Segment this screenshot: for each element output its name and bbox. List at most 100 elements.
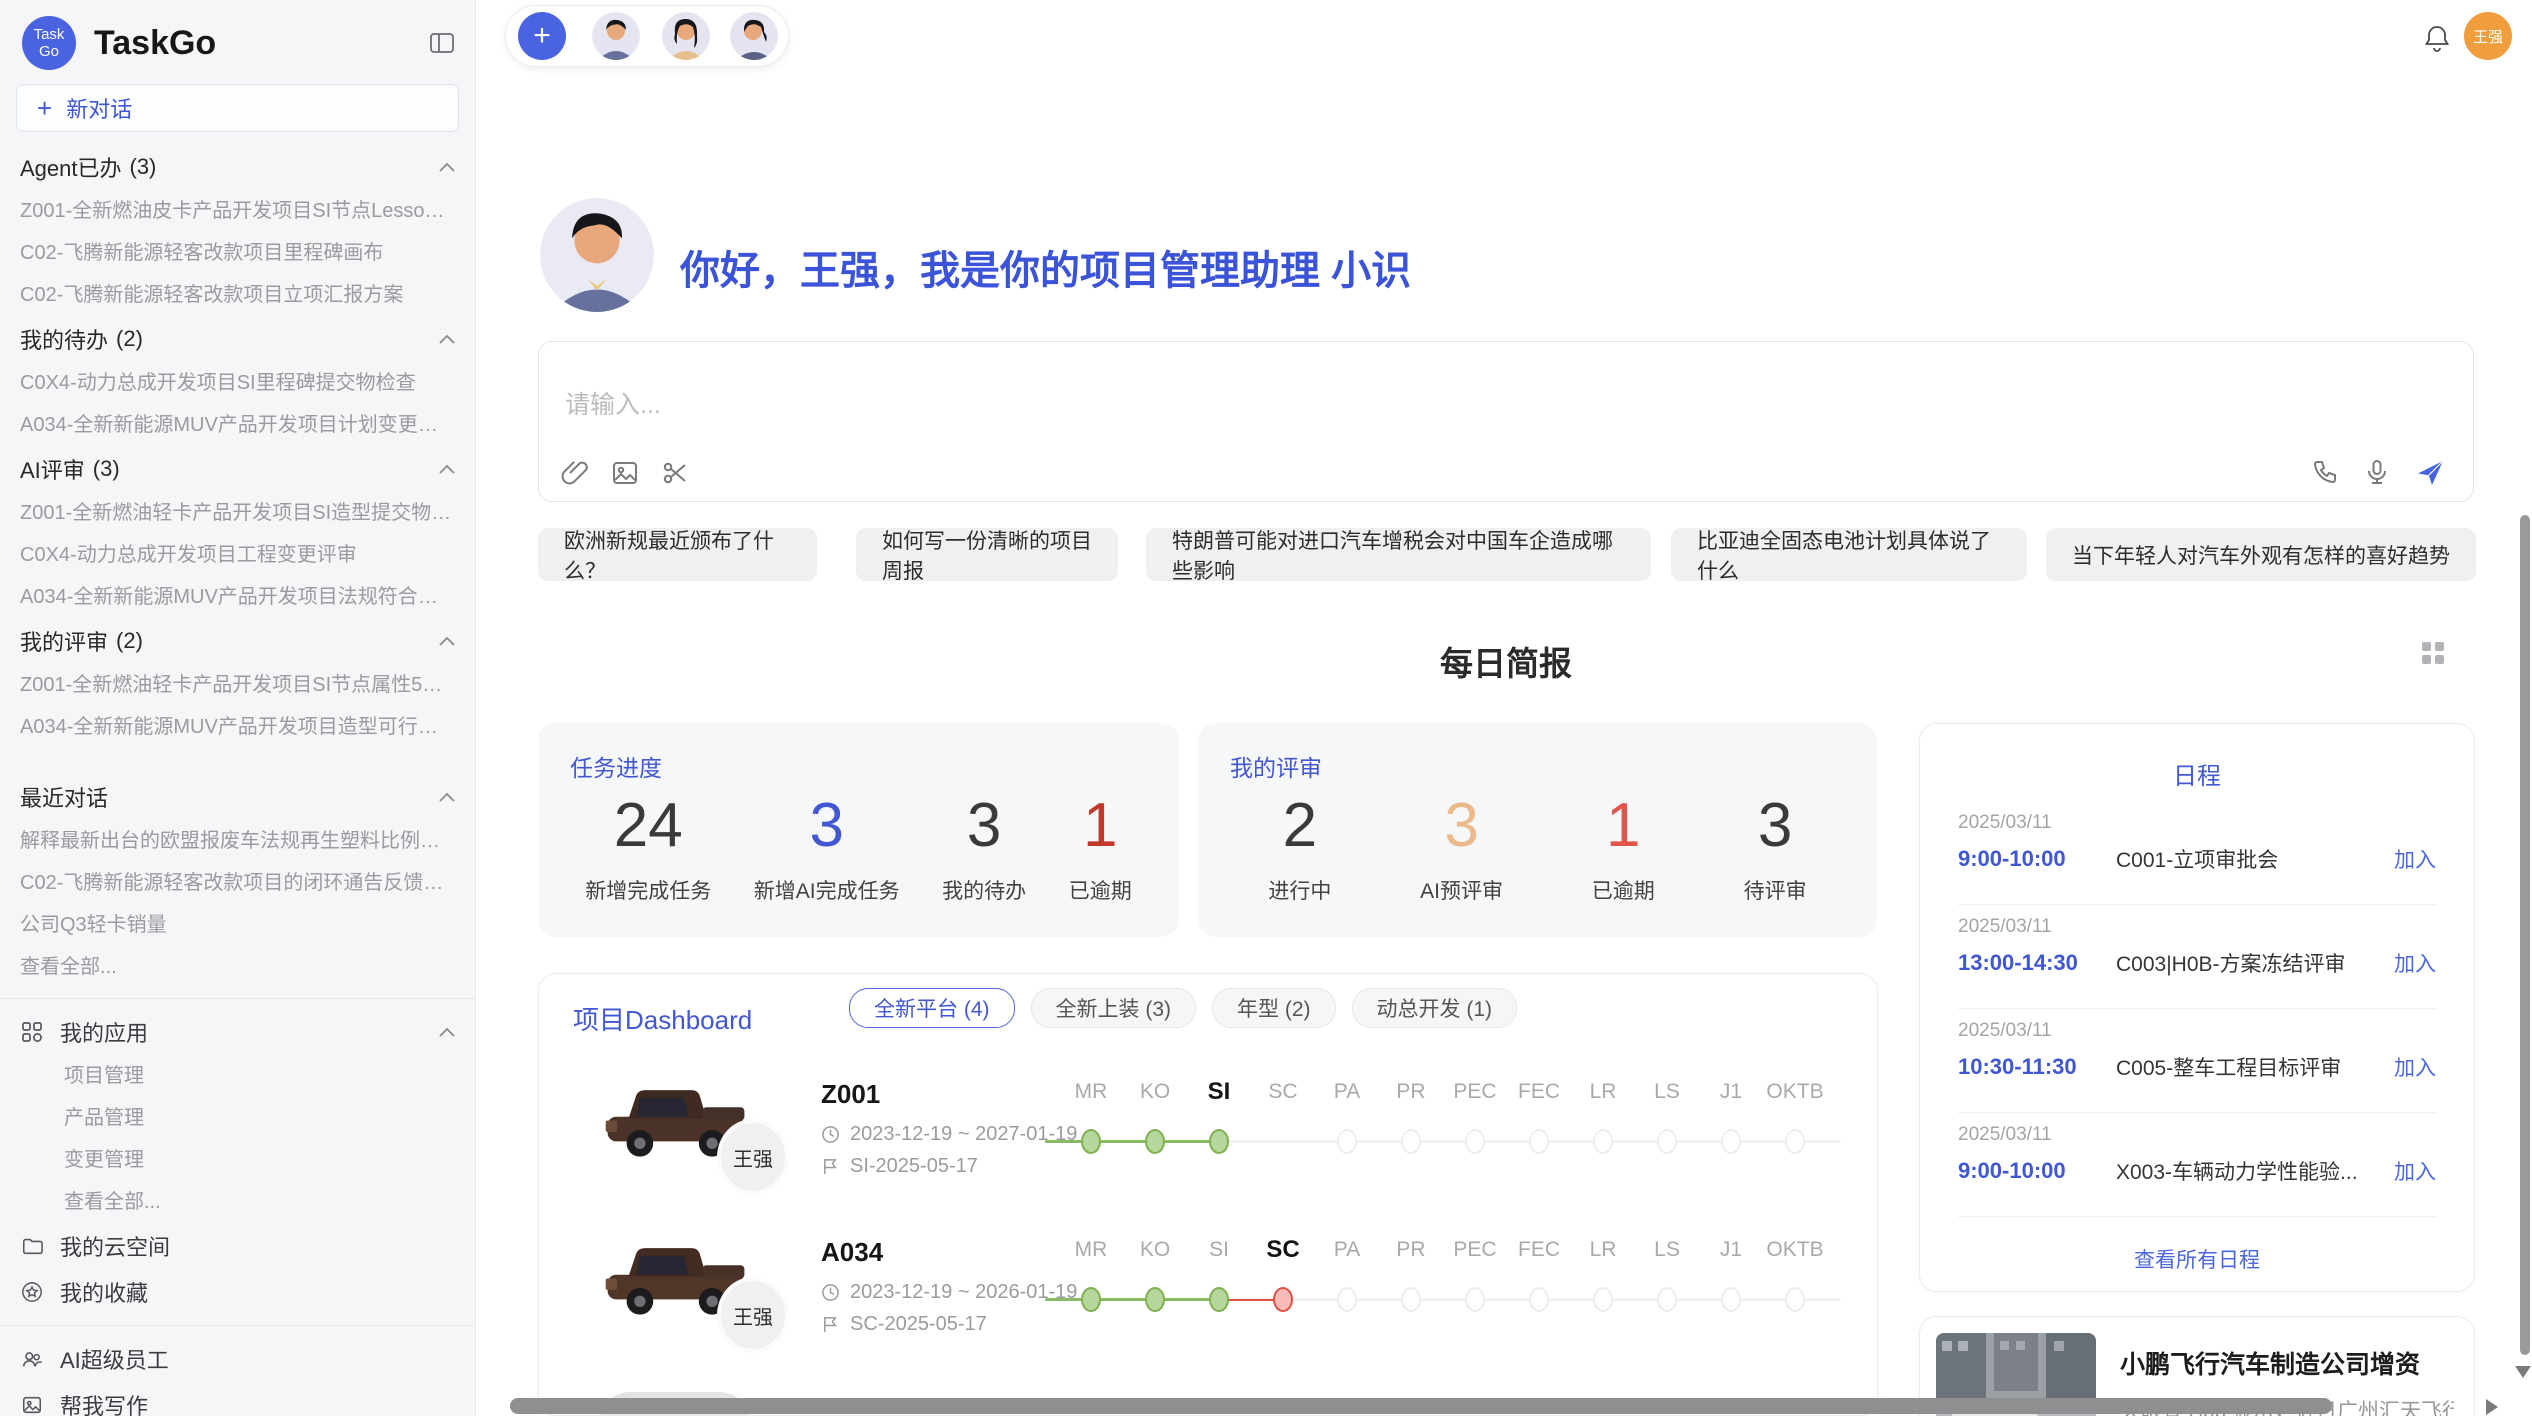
dashboard-tabs: 全新平台 (4) 全新上装 (3) 年型 (2) 动总开发 (1) xyxy=(849,988,1517,1028)
notification-bell-icon[interactable] xyxy=(2423,24,2451,54)
list-item[interactable]: 公司Q3轻卡销量 xyxy=(0,904,475,946)
section-ai-review[interactable]: AI评审 (3) xyxy=(0,446,475,492)
avatar[interactable] xyxy=(662,12,710,60)
list-item[interactable]: C02-飞腾新能源轻客改款项目里程碑画布 xyxy=(0,232,475,274)
milestone-dot xyxy=(1529,1129,1549,1154)
folder-icon xyxy=(20,1235,44,1257)
list-item[interactable]: C02-飞腾新能源轻客改款项目立项汇报方案 xyxy=(0,274,475,316)
suggestion-chip[interactable]: 特朗普可能对进口汽车增税会对中国车企造成哪些影响 xyxy=(1146,528,1651,581)
add-session-button[interactable]: + xyxy=(518,12,566,60)
milestone-dot xyxy=(1721,1287,1741,1312)
chevron-up-icon[interactable] xyxy=(439,334,455,344)
stat: 3 AI预评审 xyxy=(1420,795,1503,905)
list-item[interactable]: C0X4-动力总成开发项目SI里程碑提交物检查 xyxy=(0,362,475,404)
stat-value: 24 xyxy=(614,795,683,857)
section-my-todo[interactable]: 我的待办 (2) xyxy=(0,316,475,362)
tab-new-body[interactable]: 全新上装 (3) xyxy=(1031,988,1197,1028)
divider xyxy=(1958,1112,2436,1113)
view-all-schedule-link[interactable]: 查看所有日程 xyxy=(1920,1244,2474,1274)
chevron-up-icon[interactable] xyxy=(439,464,455,474)
tab-powertrain[interactable]: 动总开发 (1) xyxy=(1352,988,1518,1028)
list-item[interactable]: A034-全新新能源MUV产品开发项目造型可行性评审 xyxy=(0,706,475,748)
milestone-label: J1 xyxy=(1699,1238,1763,1262)
stat-value: 3 xyxy=(809,795,843,857)
stat-value: 1 xyxy=(1083,795,1117,857)
attachment-icon[interactable] xyxy=(561,459,589,487)
suggestion-chip[interactable]: 当下年轻人对汽车外观有怎样的喜好趋势 xyxy=(2046,528,2476,581)
suggestion-chip[interactable]: 欧洲新规最近颁布了什么？ xyxy=(538,528,817,581)
chevron-up-icon[interactable] xyxy=(439,162,455,172)
sidebar-item-product-mgmt[interactable]: 产品管理 xyxy=(0,1097,475,1139)
list-item[interactable]: A034-全新新能源MUV产品开发项目计划变更表编写 xyxy=(0,404,475,446)
tab-new-platform[interactable]: 全新平台 (4) xyxy=(849,988,1015,1028)
sidebar-item-my-apps[interactable]: 我的应用 xyxy=(0,1009,475,1055)
sidebar-item-view-all-apps[interactable]: 查看全部... xyxy=(0,1181,475,1223)
layout-grid-icon[interactable] xyxy=(2418,638,2448,668)
milestone-label: LS xyxy=(1635,1238,1699,1262)
project-milestone-date: SC-2025-05-17 xyxy=(850,1313,987,1336)
stat-value: 3 xyxy=(1758,795,1792,857)
list-item[interactable]: Z001-全新燃油轻卡产品开发项目SI造型提交物评审 xyxy=(0,492,475,534)
schedule-time: 10:30-11:30 xyxy=(1958,1054,2116,1080)
scissors-icon[interactable] xyxy=(661,459,689,487)
milestone-label: PR xyxy=(1379,1238,1443,1262)
join-link[interactable]: 加入 xyxy=(2394,1156,2436,1186)
send-icon[interactable] xyxy=(2415,457,2445,487)
section-recent-chats[interactable]: 最近对话 xyxy=(0,774,475,820)
divider xyxy=(1958,904,2436,905)
list-item[interactable]: A034-全新新能源MUV产品开发项目法规符合性评审 xyxy=(0,576,475,618)
sidebar-item-cloud-space[interactable]: 我的云空间 xyxy=(0,1223,475,1269)
project-row[interactable]: 王强 Z001 2023-12-19 ~ 2027-01-19 SI-2025-… xyxy=(539,1061,1877,1219)
sidebar-item-ai-super-staff[interactable]: AI超级员工 xyxy=(0,1336,475,1382)
join-link[interactable]: 加入 xyxy=(2394,948,2436,978)
suggestion-chip[interactable]: 如何写一份清晰的项目周报 xyxy=(856,528,1118,581)
scroll-down-arrow[interactable] xyxy=(2515,1366,2531,1378)
sidebar-item-help-me-write[interactable]: 帮我写作 xyxy=(0,1382,475,1416)
list-item[interactable]: Z001-全新燃油皮卡产品开发项目SI节点Lesson Learn报告 xyxy=(0,190,475,232)
project-date-range: 2023-12-19 ~ 2027-01-19 xyxy=(850,1123,1077,1146)
project-row[interactable]: 王强 A034 2023-12-19 ~ 2026-01-19 SC-2025-… xyxy=(539,1219,1877,1377)
section-agent-done[interactable]: Agent已办 (3) xyxy=(0,144,475,190)
list-item[interactable]: Z001-全新燃油轻卡产品开发项目SI节点属性5D文件评审 xyxy=(0,664,475,706)
chat-input[interactable] xyxy=(563,390,2067,421)
list-item[interactable]: C0X4-动力总成开发项目工程变更评审 xyxy=(0,534,475,576)
milestone-label: PEC xyxy=(1443,1238,1507,1262)
milestone-label: PEC xyxy=(1443,1080,1507,1104)
schedule-entry: 2025/03/11 9:00-10:00 X003-车辆动力学性能验... 加… xyxy=(1958,1124,2436,1186)
horizontal-scrollbar-thumb[interactable] xyxy=(510,1398,2332,1414)
list-item[interactable]: 解释最新出台的欧盟报废车法规再生塑料比例被调至15%... xyxy=(0,820,475,862)
sidebar-collapse-icon[interactable] xyxy=(429,30,455,56)
chevron-up-icon[interactable] xyxy=(439,792,455,802)
avatar[interactable] xyxy=(592,12,640,60)
view-all-chats[interactable]: 查看全部... xyxy=(0,946,475,988)
join-link[interactable]: 加入 xyxy=(2394,1052,2436,1082)
project-date-range: 2023-12-19 ~ 2026-01-19 xyxy=(850,1281,1077,1304)
avatar[interactable] xyxy=(730,12,778,60)
phone-icon[interactable] xyxy=(2311,458,2339,486)
suggestion-chip[interactable]: 比亚迪全固态电池计划具体说了什么 xyxy=(1671,528,2027,581)
section-my-review[interactable]: 我的评审 (2) xyxy=(0,618,475,664)
plus-icon: + xyxy=(37,95,52,121)
tab-year-model[interactable]: 年型 (2) xyxy=(1212,988,1336,1028)
milestone-label: LR xyxy=(1571,1238,1635,1262)
milestone-dot xyxy=(1593,1287,1613,1312)
chevron-up-icon[interactable] xyxy=(439,1027,455,1037)
sidebar-item-project-mgmt[interactable]: 项目管理 xyxy=(0,1055,475,1097)
list-item[interactable]: C02-飞腾新能源轻客改款项目的闭环通告反馈情况 xyxy=(0,862,475,904)
join-link[interactable]: 加入 xyxy=(2394,844,2436,874)
milestone-dot xyxy=(1401,1287,1421,1312)
microphone-icon[interactable] xyxy=(2363,458,2391,486)
sidebar: Task Go TaskGo + 新对话 Agent已办 (3) Z001-全新… xyxy=(0,0,476,1416)
document-image-icon xyxy=(20,1394,44,1416)
sidebar-item-favorites[interactable]: 我的收藏 xyxy=(0,1269,475,1315)
scroll-right-arrow[interactable] xyxy=(2486,1399,2498,1415)
user-avatar[interactable]: 王强 xyxy=(2464,12,2512,60)
milestone-label: MR xyxy=(1059,1238,1123,1262)
sidebar-item-change-mgmt[interactable]: 变更管理 xyxy=(0,1139,475,1181)
milestone-dot xyxy=(1657,1287,1677,1312)
vertical-scrollbar-thumb[interactable] xyxy=(2520,515,2530,1355)
milestone-dot xyxy=(1337,1129,1357,1154)
image-icon[interactable] xyxy=(611,459,639,487)
chevron-up-icon[interactable] xyxy=(439,636,455,646)
new-chat-button[interactable]: + 新对话 xyxy=(16,84,459,132)
